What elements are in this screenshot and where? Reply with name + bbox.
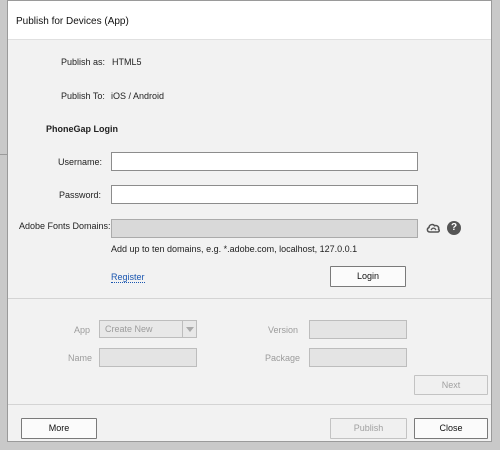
title-bar: Publish for Devices (App) [8,1,491,40]
fonts-domains-label: Adobe Fonts Domains: [19,221,111,231]
name-label: Name [68,353,93,363]
app-label: App [74,325,91,335]
creative-cloud-icon[interactable] [425,221,441,235]
publish-dialog: Publish for Devices (App) Publish as: HT… [7,0,492,442]
password-label: Password: [59,190,102,200]
publish-to-value: iOS / Android [111,91,165,101]
publish-as-value: HTML5 [112,57,142,67]
package-input[interactable] [309,348,407,367]
publish-as-label: Publish as: [61,57,106,67]
version-label: Version [268,325,299,335]
login-button[interactable]: Login [330,266,406,287]
name-input[interactable] [99,348,197,367]
fonts-domains-hint: Add up to ten domains, e.g. *.adobe.com,… [111,244,358,254]
app-select-value: Create New [105,324,153,334]
publish-button[interactable]: Publish [330,418,407,439]
help-icon[interactable]: ? [447,221,461,235]
background-edge [0,154,7,155]
divider-bottom [8,404,491,405]
fonts-domains-input[interactable] [111,219,418,238]
username-input[interactable] [111,152,418,171]
publish-to-label: Publish To: [61,91,105,101]
phonegap-heading: PhoneGap Login [46,124,118,134]
divider-top [8,298,491,299]
package-label: Package [265,353,301,363]
close-button[interactable]: Close [414,418,488,439]
register-link[interactable]: Register [111,272,145,283]
next-button[interactable]: Next [414,375,488,395]
more-button[interactable]: More [21,418,97,439]
version-input[interactable] [309,320,407,339]
password-input[interactable] [111,185,418,204]
app-select[interactable]: Create New [99,320,197,338]
chevron-down-icon [182,321,196,337]
username-label: Username: [58,157,103,167]
dialog-title: Publish for Devices (App) [16,16,129,27]
